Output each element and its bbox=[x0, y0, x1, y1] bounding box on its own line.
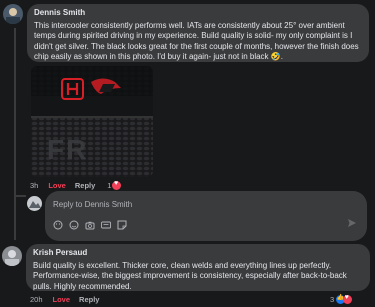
thread-connector bbox=[14, 195, 26, 197]
love-button[interactable]: Love bbox=[53, 295, 71, 304]
comment-text: Build quality is excellent. Thicker core… bbox=[33, 260, 347, 291]
comment-photo[interactable]: FR bbox=[31, 66, 153, 177]
comment-bubble: Krish Persaud Build quality is excellent… bbox=[26, 244, 370, 291]
comment-time: 3h bbox=[30, 181, 39, 190]
composer-avatar bbox=[27, 196, 42, 211]
love-button[interactable]: Love bbox=[48, 181, 66, 190]
composer-toolbar bbox=[53, 220, 127, 230]
emoji-icon[interactable] bbox=[69, 220, 79, 230]
reaction-count: 3 bbox=[330, 295, 335, 304]
reply-composer[interactable]: Reply to Dennis Smith bbox=[45, 191, 367, 241]
photo-emblem-text: FR bbox=[47, 134, 88, 165]
comment-time: 20h bbox=[30, 295, 43, 304]
avatar-krish-persaud[interactable] bbox=[2, 246, 22, 266]
reaction-summary[interactable]: 3 bbox=[330, 294, 353, 304]
comment-author[interactable]: Krish Persaud bbox=[33, 248, 363, 259]
heart-reaction-icon bbox=[343, 294, 353, 304]
avatar-sticker-icon[interactable] bbox=[117, 220, 127, 230]
avatar-dennis-smith[interactable] bbox=[3, 4, 23, 24]
reply-button[interactable]: Reply bbox=[79, 295, 99, 304]
reaction-count[interactable]: 1 bbox=[107, 181, 111, 190]
heart-reaction-icon bbox=[112, 180, 122, 190]
comment-actions: 20h Love Reply bbox=[30, 295, 99, 304]
comment-actions: 3h Love Reply 1 bbox=[30, 180, 122, 190]
camera-icon[interactable] bbox=[85, 220, 95, 230]
comment-bubble: Dennis Smith This intercooler consistent… bbox=[27, 4, 369, 62]
comment-text: This intercooler consistently performs w… bbox=[34, 20, 359, 62]
reply-input[interactable]: Reply to Dennis Smith bbox=[53, 200, 132, 209]
reply-button[interactable]: Reply bbox=[75, 181, 95, 190]
gif-icon[interactable] bbox=[101, 220, 111, 230]
thread-line bbox=[14, 28, 16, 240]
send-icon[interactable] bbox=[347, 218, 357, 231]
comment-author[interactable]: Dennis Smith bbox=[34, 8, 362, 19]
sticker-icon[interactable] bbox=[53, 220, 63, 230]
